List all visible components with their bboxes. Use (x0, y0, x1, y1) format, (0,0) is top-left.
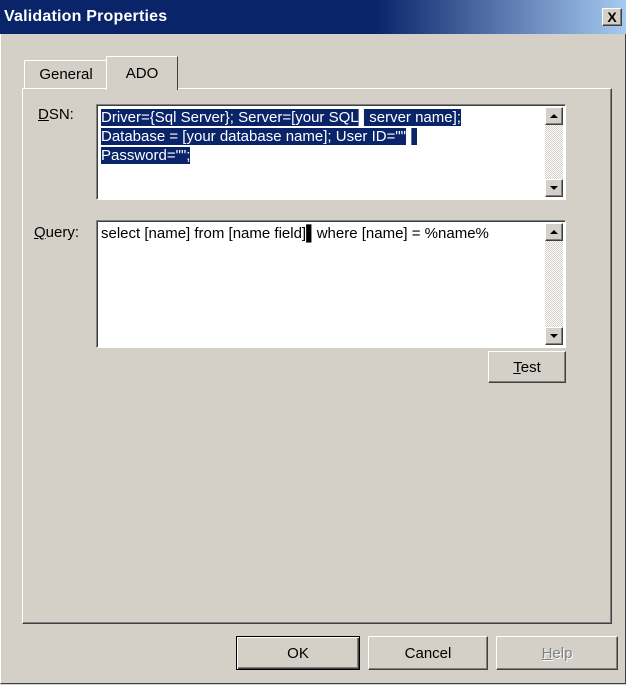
help-button-label: Help (541, 644, 573, 662)
ok-button-label: OK (287, 644, 309, 662)
dsn-scroll-down-button[interactable] (545, 179, 563, 197)
dsn-scrollbar[interactable] (545, 107, 563, 197)
dsn-text: Driver={Sql Server}; Server=[your SQL▌se… (101, 108, 543, 165)
arrow-down-icon (550, 186, 558, 190)
dsn-line-1: Driver={Sql Server}; Server=[your SQL▌se… (101, 109, 461, 126)
query-scroll-down-button[interactable] (545, 327, 563, 345)
tab-ado[interactable]: ADO (106, 56, 178, 90)
dsn-field[interactable]: Driver={Sql Server}; Server=[your SQL▌se… (96, 104, 566, 200)
title-bar: Validation Properties X (0, 0, 626, 34)
help-button[interactable]: Help (496, 636, 618, 670)
test-button-label: Test (513, 358, 541, 376)
dsn-label: DSN: (38, 106, 74, 123)
arrow-down-icon (550, 334, 558, 338)
test-button[interactable]: Test (488, 351, 566, 383)
query-label: Query: (34, 224, 80, 241)
tab-general-label: General (39, 66, 93, 83)
tab-general[interactable]: General (24, 60, 108, 88)
query-scrollbar[interactable] (545, 223, 563, 345)
dsn-line-3: Password=""; (101, 147, 191, 164)
query-text: select [name] from [name field]▌where [n… (101, 225, 489, 242)
tab-ado-label: ADO (125, 65, 159, 82)
ok-button[interactable]: OK (236, 636, 360, 670)
window-title: Validation Properties (4, 8, 168, 25)
close-button[interactable]: X (602, 8, 622, 26)
cancel-button[interactable]: Cancel (368, 636, 488, 670)
arrow-up-icon (550, 114, 558, 118)
close-icon: X (607, 9, 617, 25)
query-field[interactable]: select [name] from [name field]▌where [n… (96, 220, 566, 348)
dsn-line-2: Database = [your database name]; User ID… (101, 128, 417, 145)
dsn-scroll-up-button[interactable] (545, 107, 563, 125)
query-scroll-up-button[interactable] (545, 223, 563, 241)
arrow-up-icon (550, 230, 558, 234)
cancel-button-label: Cancel (404, 644, 452, 662)
